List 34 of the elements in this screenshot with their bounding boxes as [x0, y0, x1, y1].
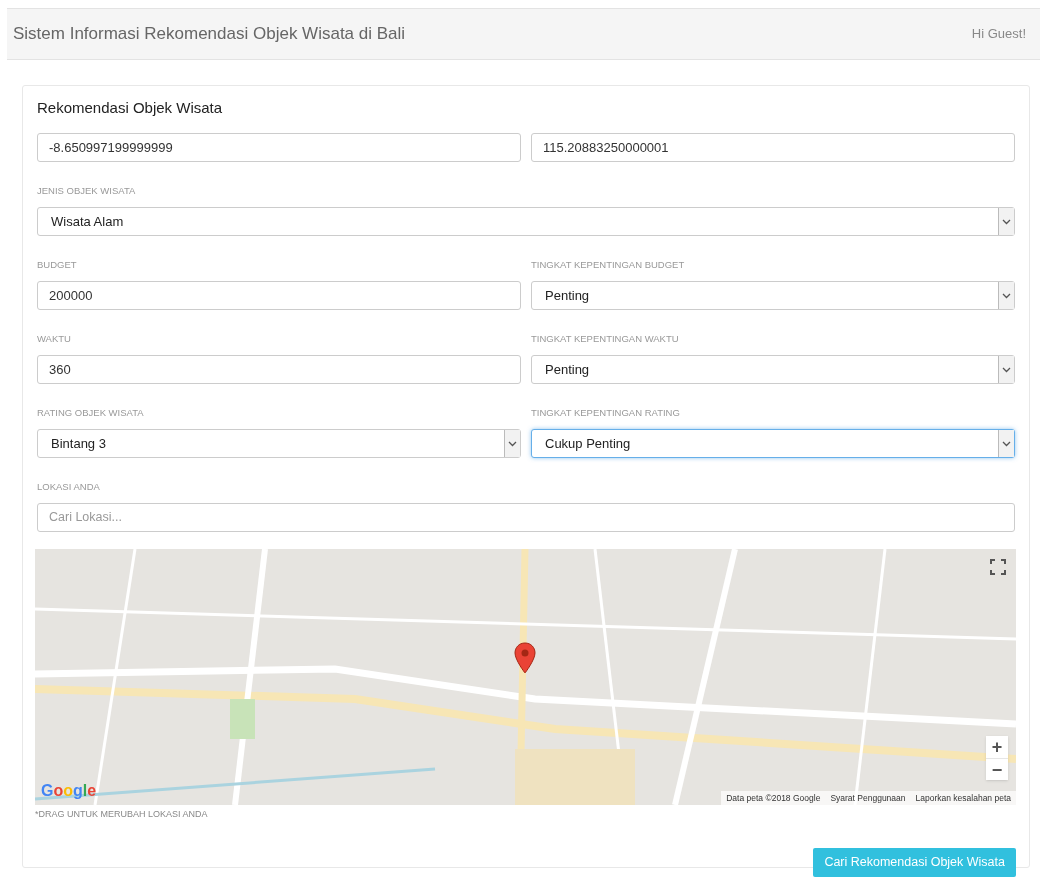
card-title: Rekomendasi Objek Wisata [37, 98, 223, 118]
input-field[interactable]: 360 [37, 355, 521, 384]
chevron-down-icon [508, 440, 517, 447]
zoom-in-button[interactable]: + [986, 736, 1008, 758]
map-logo: Google [41, 781, 97, 801]
select-dropdown[interactable]: Wisata Alam [37, 207, 1015, 236]
chevron-down-icon [1002, 366, 1011, 373]
map-link[interactable]: Laporkan kesalahan peta [915, 791, 1011, 805]
input-field[interactable]: 200000 [37, 281, 521, 310]
map-pin-icon[interactable] [514, 642, 536, 674]
chevron-down-icon [1002, 440, 1011, 447]
input-field[interactable]: -8.650997199999999 [37, 133, 521, 162]
field-label: TINGKAT KEPENTINGAN BUDGET [531, 258, 685, 271]
fullscreen-icon[interactable] [988, 557, 1008, 577]
field-label: TINGKAT KEPENTINGAN WAKTU [531, 332, 679, 345]
greeting-text: Hi Guest! [971, 25, 1026, 44]
chevron-down-icon [1002, 292, 1011, 299]
map-attribution: Data peta ©2018 Google [726, 791, 821, 805]
select-dropdown[interactable]: Penting [531, 281, 1015, 310]
zoom-out-button[interactable]: − [986, 758, 1008, 780]
select-dropdown[interactable]: Bintang 3 [37, 429, 521, 458]
app-title: Sistem Informasi Rekomendasi Objek Wisata di Bali [13, 23, 406, 46]
select-dropdown[interactable]: Cukup Penting [531, 429, 1015, 458]
field-label: TINGKAT KEPENTINGAN RATING [531, 406, 680, 419]
chevron-down-icon [1002, 218, 1011, 225]
hint-text: *DRAG UNTUK MERUBAH LOKASI ANDA [35, 808, 208, 821]
field-label: LOKASI ANDA [37, 480, 100, 493]
input-field[interactable]: 115.20883250000001 [531, 133, 1015, 162]
field-label: JENIS OBJEK WISATA [37, 184, 136, 197]
field-label: RATING OBJEK WISATA [37, 406, 144, 419]
field-label: BUDGET [37, 258, 77, 271]
select-dropdown[interactable]: Penting [531, 355, 1015, 384]
map-link[interactable]: Syarat Penggunaan [830, 791, 906, 805]
field-label: WAKTU [37, 332, 71, 345]
